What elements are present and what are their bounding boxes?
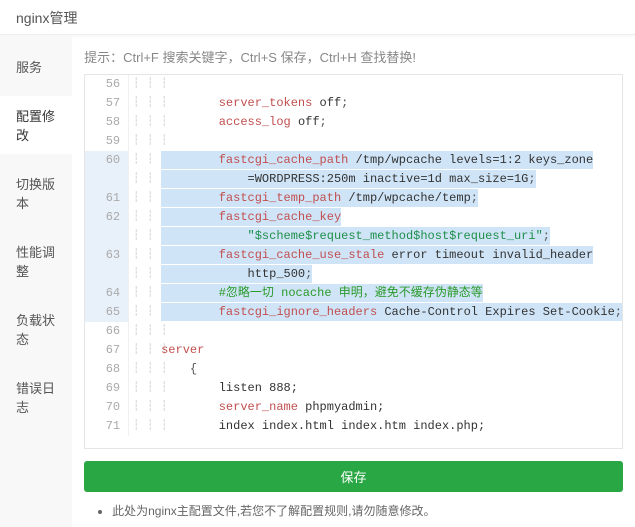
config-editor[interactable]: 56┆ ┆ ┆57┆ ┆ ┆ server_tokens off;58┆ ┆ ┆… [84, 74, 623, 449]
save-button[interactable]: 保存 [84, 461, 623, 492]
footnote-text: 此处为nginx主配置文件,若您不了解配置规则,请勿随意修改。 [112, 502, 623, 519]
sidebar-item-4[interactable]: 负载状态 [0, 300, 72, 358]
sidebar: 服务配置修改切换版本性能调整负载状态错误日志 [0, 35, 72, 527]
sidebar-item-5[interactable]: 错误日志 [0, 368, 72, 426]
hint-text: 提示：Ctrl+F 搜索关键字，Ctrl+S 保存，Ctrl+H 查找替换! [84, 47, 623, 66]
window-title: nginx管理 [0, 0, 635, 35]
sidebar-item-2[interactable]: 切换版本 [0, 164, 72, 222]
sidebar-item-1[interactable]: 配置修改 [0, 96, 72, 154]
sidebar-item-0[interactable]: 服务 [0, 47, 72, 86]
sidebar-item-3[interactable]: 性能调整 [0, 232, 72, 290]
